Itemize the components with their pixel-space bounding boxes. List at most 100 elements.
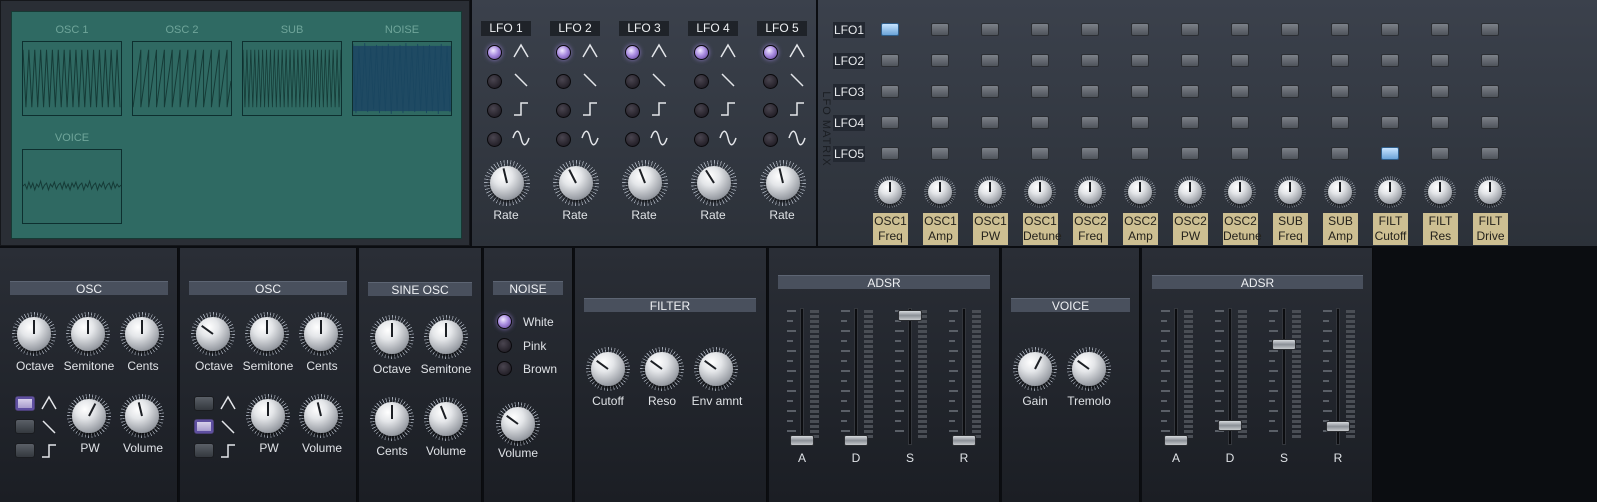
matrix-cell-lfo2-sub-amp[interactable] [1331,54,1349,67]
matrix-cell-lfo1-osc1-freq[interactable] [881,23,899,36]
matrix-cell-lfo4-osc1-pw[interactable] [981,116,999,129]
matrix-cell-lfo3-osc1-amp[interactable] [931,85,949,98]
lfo1-wave-square-radio[interactable] [487,103,502,118]
lfo1-rate-knob[interactable] [484,160,530,206]
matrix-cell-lfo2-filt-drive[interactable] [1481,54,1499,67]
matrix-cell-lfo4-sub-amp[interactable] [1331,116,1349,129]
lfo3-rate-knob[interactable] [622,160,668,206]
matrix-cell-lfo2-osc1-detune[interactable] [1031,54,1049,67]
osc2-wave-triangle-button[interactable] [194,396,214,411]
osc1-pw-knob[interactable] [67,394,111,438]
filter-env-knob[interactable] [694,347,738,391]
matrix-cell-lfo4-filt-res[interactable] [1431,116,1449,129]
matrix-cell-lfo3-filt-drive[interactable] [1481,85,1499,98]
matrix-cell-lfo1-osc1-detune[interactable] [1031,23,1049,36]
lfo2-rate-knob[interactable] [553,160,599,206]
matrix-cell-lfo1-filt-drive[interactable] [1481,23,1499,36]
matrix-amount-knob-sub-amp[interactable] [1324,176,1356,208]
lfo3-wave-sine-radio[interactable] [625,132,640,147]
lfo5-wave-sine-radio[interactable] [763,132,778,147]
lfo1-wave-sine-radio[interactable] [487,132,502,147]
osc1-wave-saw-button[interactable] [15,419,35,434]
sine-cents-knob[interactable] [370,397,414,441]
lfo5-wave-saw-radio[interactable] [763,74,778,89]
matrix-cell-lfo4-sub-freq[interactable] [1281,116,1299,129]
adsr2-r-slider[interactable] [1326,421,1350,433]
matrix-cell-lfo3-osc2-amp[interactable] [1131,85,1149,98]
matrix-cell-lfo1-osc1-amp[interactable] [931,23,949,36]
lfo5-wave-square-radio[interactable] [763,103,778,118]
osc2-pw-knob[interactable] [246,394,290,438]
matrix-cell-lfo5-osc1-detune[interactable] [1031,147,1049,160]
matrix-cell-lfo4-osc2-detune[interactable] [1231,116,1249,129]
matrix-cell-lfo3-sub-freq[interactable] [1281,85,1299,98]
matrix-cell-lfo2-sub-freq[interactable] [1281,54,1299,67]
matrix-cell-lfo4-osc2-freq[interactable] [1081,116,1099,129]
lfo1-wave-saw-radio[interactable] [487,74,502,89]
matrix-cell-lfo3-filt-res[interactable] [1431,85,1449,98]
filter-cutoff-knob[interactable] [586,347,630,391]
osc2-cents-knob[interactable] [299,312,343,356]
osc2-octave-knob[interactable] [191,312,235,356]
lfo3-wave-saw-radio[interactable] [625,74,640,89]
matrix-cell-lfo3-osc1-pw[interactable] [981,85,999,98]
matrix-cell-lfo1-osc2-amp[interactable] [1131,23,1149,36]
osc1-cents-knob[interactable] [120,312,164,356]
matrix-cell-lfo5-sub-amp[interactable] [1331,147,1349,160]
voice-tremolo-knob[interactable] [1067,347,1111,391]
adsr1-s-slider[interactable] [898,310,922,321]
osc2-semitone-knob[interactable] [245,312,289,356]
matrix-cell-lfo4-osc2-amp[interactable] [1131,116,1149,129]
matrix-cell-lfo1-filt-res[interactable] [1431,23,1449,36]
matrix-cell-lfo1-osc2-detune[interactable] [1231,23,1249,36]
lfo4-wave-triangle-radio[interactable] [694,45,709,60]
matrix-cell-lfo2-filt-res[interactable] [1431,54,1449,67]
adsr1-d-slider[interactable] [844,435,868,446]
lfo2-wave-saw-radio[interactable] [556,74,571,89]
matrix-cell-lfo2-osc1-amp[interactable] [931,54,949,67]
matrix-cell-lfo5-filt-res[interactable] [1431,147,1449,160]
osc1-octave-knob[interactable] [12,312,56,356]
matrix-amount-knob-osc1-freq[interactable] [874,176,906,208]
matrix-amount-knob-osc1-pw[interactable] [974,176,1006,208]
matrix-cell-lfo3-osc2-detune[interactable] [1231,85,1249,98]
matrix-cell-lfo1-sub-amp[interactable] [1331,23,1349,36]
osc1-wave-square-button[interactable] [15,443,35,458]
matrix-cell-lfo2-osc2-freq[interactable] [1081,54,1099,67]
matrix-amount-knob-filt-res[interactable] [1424,176,1456,208]
matrix-cell-lfo2-osc2-detune[interactable] [1231,54,1249,67]
noise-brown-radio[interactable] [497,361,512,376]
matrix-amount-knob-osc1-detune[interactable] [1024,176,1056,208]
lfo5-rate-knob[interactable] [760,160,806,206]
noise-pink-radio[interactable] [497,338,512,353]
matrix-cell-lfo2-filt-cutoff[interactable] [1381,54,1399,67]
lfo2-wave-sine-radio[interactable] [556,132,571,147]
filter-reso-knob[interactable] [640,347,684,391]
osc1-wave-triangle-button[interactable] [15,396,35,411]
matrix-cell-lfo5-osc2-pw[interactable] [1181,147,1199,160]
sine-semitone-knob[interactable] [424,315,468,359]
matrix-cell-lfo4-filt-drive[interactable] [1481,116,1499,129]
matrix-cell-lfo5-osc2-detune[interactable] [1231,147,1249,160]
matrix-cell-lfo5-filt-drive[interactable] [1481,147,1499,160]
matrix-cell-lfo3-filt-cutoff[interactable] [1381,85,1399,98]
matrix-cell-lfo1-osc2-pw[interactable] [1181,23,1199,36]
matrix-cell-lfo3-osc1-freq[interactable] [881,85,899,98]
adsr2-a-slider[interactable] [1164,435,1188,446]
osc1-volume-knob[interactable] [120,394,164,438]
matrix-cell-lfo4-osc1-amp[interactable] [931,116,949,129]
matrix-cell-lfo5-osc1-amp[interactable] [931,147,949,160]
matrix-cell-lfo2-osc1-pw[interactable] [981,54,999,67]
matrix-cell-lfo3-osc1-detune[interactable] [1031,85,1049,98]
matrix-cell-lfo2-osc2-amp[interactable] [1131,54,1149,67]
matrix-cell-lfo4-osc1-freq[interactable] [881,116,899,129]
sine-volume-knob[interactable] [424,397,468,441]
matrix-cell-lfo1-osc1-pw[interactable] [981,23,999,36]
matrix-cell-lfo5-osc1-pw[interactable] [981,147,999,160]
matrix-cell-lfo1-filt-cutoff[interactable] [1381,23,1399,36]
matrix-cell-lfo5-sub-freq[interactable] [1281,147,1299,160]
lfo4-wave-saw-radio[interactable] [694,74,709,89]
matrix-amount-knob-filt-cutoff[interactable] [1374,176,1406,208]
matrix-amount-knob-osc1-amp[interactable] [924,176,956,208]
voice-gain-knob[interactable] [1013,347,1057,391]
